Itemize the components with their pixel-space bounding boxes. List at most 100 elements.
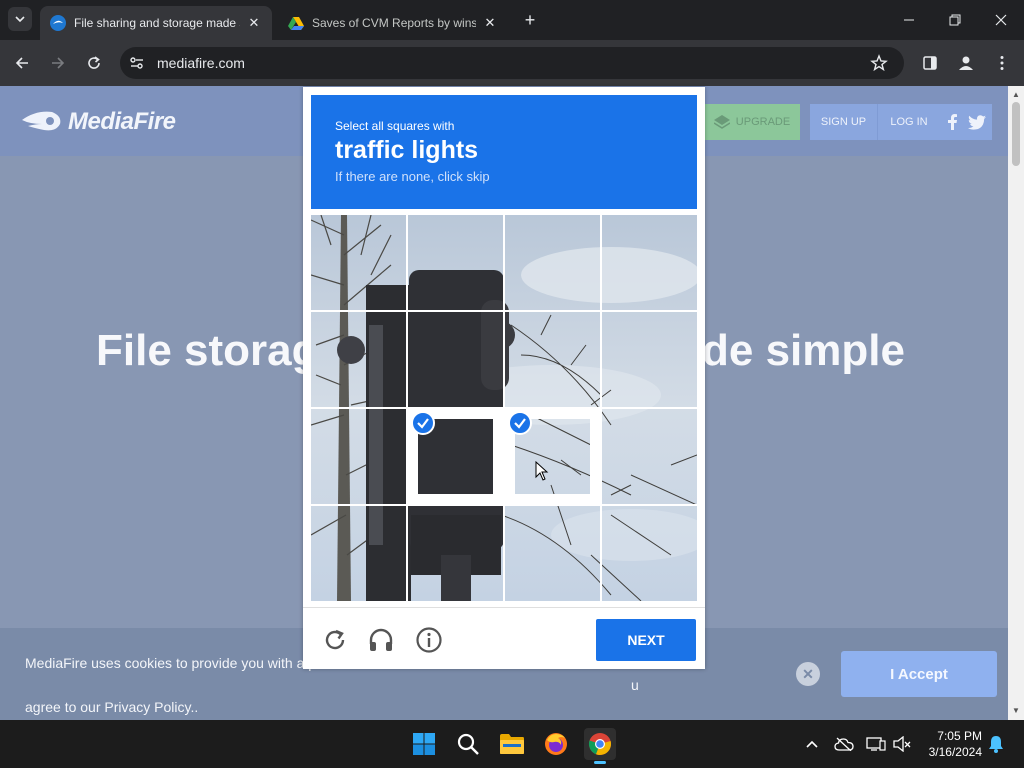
- side-panel-icon: [923, 56, 937, 70]
- page-scrollbar[interactable]: ▲ ▼: [1008, 86, 1024, 720]
- mediafire-favicon-icon: [50, 15, 66, 31]
- captcha-tile[interactable]: [505, 215, 600, 310]
- captcha-tile[interactable]: [408, 215, 503, 310]
- restore-icon: [949, 14, 961, 26]
- captcha-target: traffic lights: [335, 136, 479, 164]
- reload-button[interactable]: [82, 51, 106, 75]
- speaker-muted-icon: [893, 736, 911, 752]
- firefox-button[interactable]: [540, 728, 572, 760]
- mouse-cursor-icon: [535, 461, 549, 481]
- arrow-left-icon: [15, 57, 28, 69]
- signup-link[interactable]: SIGN UP: [810, 104, 877, 140]
- captcha-tile[interactable]: [311, 409, 406, 504]
- checkmark-icon: [508, 411, 532, 435]
- facebook-icon[interactable]: [940, 104, 964, 140]
- windows-start-icon: [413, 733, 435, 755]
- network-status[interactable]: [866, 734, 886, 754]
- address-bar[interactable]: mediafire.com: [120, 47, 904, 79]
- url-text: mediafire.com: [157, 55, 245, 71]
- captcha-tile[interactable]: [602, 215, 697, 310]
- onedrive-status[interactable]: [834, 734, 854, 754]
- captcha-tile[interactable]: [505, 312, 600, 407]
- close-window-button[interactable]: [978, 0, 1024, 40]
- close-icon[interactable]: ✕: [246, 15, 262, 31]
- captcha-tile[interactable]: [505, 506, 600, 601]
- reload-challenge-icon[interactable]: [321, 626, 349, 654]
- scroll-down-icon[interactable]: ▼: [1008, 704, 1024, 718]
- tab-mediafire[interactable]: File sharing and storage made s ✕: [40, 6, 272, 40]
- close-icon: ✕: [802, 665, 814, 682]
- search-icon: [457, 733, 479, 755]
- back-button[interactable]: [10, 51, 34, 75]
- menu-button[interactable]: [991, 52, 1013, 74]
- hero-headline-right: de simple: [702, 326, 905, 375]
- close-icon[interactable]: ✕: [482, 15, 498, 31]
- upgrade-icon: [713, 115, 730, 129]
- twitter-icon[interactable]: [964, 104, 990, 140]
- taskbar-search-button[interactable]: [452, 728, 484, 760]
- new-tab-button[interactable]: +: [518, 10, 542, 30]
- next-button[interactable]: NEXT: [596, 619, 696, 661]
- side-panel-button[interactable]: [919, 52, 941, 74]
- captcha-tile[interactable]: [602, 312, 697, 407]
- cookie-text-line1: MediaFire uses cookies to provide you wi…: [25, 655, 317, 671]
- mediafire-flame-icon: [22, 111, 61, 131]
- bell-icon: [989, 736, 1003, 753]
- recaptcha-challenge: Select all squares with traffic lights I…: [303, 87, 705, 669]
- captcha-header: Select all squares with traffic lights I…: [311, 95, 697, 209]
- firefox-icon: [545, 733, 567, 755]
- google-drive-icon: [288, 17, 304, 30]
- captcha-tile[interactable]: [602, 409, 697, 504]
- restore-button[interactable]: [932, 0, 978, 40]
- cookie-text-line2[interactable]: agree to our Privacy Policy..: [25, 699, 198, 715]
- captcha-image-grid: [311, 215, 697, 601]
- scroll-up-icon[interactable]: ▲: [1008, 88, 1024, 102]
- tab-title: File sharing and storage made s: [74, 16, 240, 30]
- file-explorer-button[interactable]: [496, 728, 528, 760]
- more-vertical-icon: [1000, 56, 1004, 70]
- upgrade-button[interactable]: UPGRADE: [704, 104, 800, 140]
- browser-tab-bar: File sharing and storage made s ✕ Saves …: [0, 0, 1024, 40]
- system-clock[interactable]: 7:05 PM 3/16/2024: [912, 728, 982, 760]
- reload-icon: [88, 56, 100, 69]
- chrome-button[interactable]: [584, 728, 616, 764]
- captcha-instruction: Select all squares with: [335, 119, 455, 133]
- captcha-tile[interactable]: [408, 506, 503, 601]
- hero-headline-left: File storag: [96, 326, 319, 375]
- forward-button[interactable]: [46, 51, 70, 75]
- windows-start-button[interactable]: [408, 728, 440, 760]
- minimize-button[interactable]: [886, 0, 932, 40]
- arrow-right-icon: [52, 57, 65, 69]
- accept-cookies-button[interactable]: I Accept: [841, 651, 997, 697]
- scrollbar-thumb[interactable]: [1012, 102, 1020, 166]
- cloud-offline-icon: [834, 737, 854, 751]
- close-icon: [995, 14, 1007, 26]
- captcha-tile[interactable]: [311, 215, 406, 310]
- captcha-skip-hint: If there are none, click skip: [335, 169, 490, 184]
- profile-button[interactable]: [955, 52, 977, 74]
- captcha-tile[interactable]: [311, 506, 406, 601]
- site-info-icon[interactable]: [128, 54, 146, 72]
- bookmark-star-icon[interactable]: [870, 54, 888, 72]
- network-icon: [866, 737, 886, 751]
- volume-status[interactable]: [892, 734, 912, 754]
- chevron-down-icon: [15, 16, 25, 23]
- captcha-footer: NEXT: [303, 607, 705, 669]
- profile-icon: [959, 56, 973, 70]
- tab-title: Saves of CVM Reports by winse: [312, 16, 476, 30]
- tab-google-drive[interactable]: Saves of CVM Reports by winse ✕: [278, 6, 508, 40]
- captcha-tile[interactable]: [311, 312, 406, 407]
- captcha-tile[interactable]: [602, 506, 697, 601]
- info-icon[interactable]: [415, 626, 443, 654]
- clock-time: 7:05 PM: [937, 729, 982, 743]
- login-link[interactable]: LOG IN: [878, 104, 940, 140]
- notifications-button[interactable]: [986, 734, 1006, 754]
- clock-date: 3/16/2024: [928, 745, 982, 759]
- captcha-tile[interactable]: [408, 312, 503, 407]
- tab-search-button[interactable]: [8, 7, 32, 31]
- cookie-close-button[interactable]: ✕: [796, 662, 820, 686]
- show-hidden-icons-button[interactable]: [802, 734, 822, 754]
- audio-challenge-icon[interactable]: [367, 626, 395, 654]
- chrome-icon: [588, 733, 612, 755]
- mediafire-logo[interactable]: MediaFire: [22, 108, 176, 136]
